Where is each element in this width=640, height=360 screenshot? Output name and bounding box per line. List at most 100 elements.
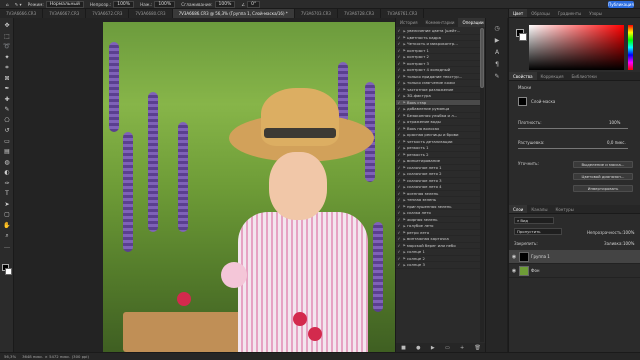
action-label: сказочное лето 1 (407, 164, 442, 170)
gradient-icon[interactable]: ▤ (3, 148, 11, 155)
tab-history[interactable]: История (396, 18, 422, 27)
tab-layers[interactable]: Слои (509, 205, 528, 213)
pen-icon[interactable]: ✑ (3, 180, 11, 187)
lupine-flower (178, 122, 188, 232)
brush-settings-icon[interactable]: ✎ (493, 72, 501, 80)
document-image[interactable] (103, 22, 395, 352)
action-label: сказочное лето 3 (407, 177, 442, 183)
shape-icon[interactable]: ▢ (3, 211, 11, 218)
density-value[interactable]: 100% (609, 120, 620, 125)
tab-properties[interactable]: Свойства (509, 72, 537, 80)
more-icon[interactable]: … (3, 243, 11, 250)
action-label: сказка лето (407, 210, 431, 216)
background-color-swatch[interactable] (5, 268, 12, 275)
mode-select[interactable]: Нормальный (45, 0, 84, 8)
document-tab[interactable]: 7V3A6728.CR3 (338, 9, 382, 18)
layer-kind-filter[interactable]: ⌕ Вид (514, 217, 554, 224)
quick-select-icon[interactable]: ✦ (3, 54, 11, 61)
dodge-icon[interactable]: ◐ (3, 169, 11, 176)
layer-thumbnail[interactable] (519, 251, 529, 262)
document-tab[interactable]: 7V3A6703.CR3 (295, 9, 338, 18)
layer-row[interactable]: ◉ Группа 1 (509, 250, 640, 264)
document-tab[interactable]: 7V3A6686.CR3 @ 56,3% (Группа 1, Слой-мас… (172, 9, 295, 18)
stamp-icon[interactable]: ⎔ (3, 117, 11, 124)
refine-label: Уточнить: (518, 161, 539, 166)
layer-row[interactable]: ◉ Фон (509, 264, 640, 278)
actions-icon[interactable]: ▶ (493, 36, 501, 44)
invert-button[interactable]: Инвертировать (573, 185, 633, 192)
layer-opacity-value[interactable]: 100% (623, 230, 634, 235)
trash-icon[interactable]: 🗑 (474, 345, 480, 351)
healing-icon[interactable]: ✚ (3, 96, 11, 103)
brush-preset-icon[interactable]: ✎ ▾ (15, 2, 22, 7)
home-icon[interactable]: ⌂ (6, 2, 9, 7)
layer-opacity-label: Непрозрачность: (587, 230, 623, 235)
actions-list: ✓ ▶ увеличение цвета [шейт... ✓ ▶ цветность к… (396, 28, 480, 342)
new-action-icon[interactable]: + (460, 345, 464, 351)
background-color-swatch[interactable] (519, 33, 527, 41)
tab-actions[interactable]: Операции (458, 18, 488, 27)
tab-adjustments[interactable]: Коррекция (537, 72, 568, 80)
feather-slider[interactable] (518, 148, 628, 149)
tab-paths[interactable]: Контуры (551, 205, 577, 213)
feather-value[interactable]: 0,0 пикс. (607, 140, 626, 145)
paragraph-icon[interactable]: ¶ (493, 60, 501, 68)
stop-icon[interactable]: ■ (401, 345, 406, 351)
density-slider[interactable] (518, 128, 628, 129)
tab-channels[interactable]: Каналы (527, 205, 551, 213)
action-label: теплая зелень (407, 197, 437, 203)
document-tab[interactable]: 7V3A6672.CR3 (86, 9, 130, 18)
document-tab[interactable]: 7V3A6680.CR3 (129, 9, 173, 18)
character-icon[interactable]: A (493, 48, 501, 56)
visibility-eye-icon[interactable]: ◉ (509, 268, 519, 274)
action-item[interactable]: ✓ ▶ солнце 3 (396, 262, 480, 269)
lasso-icon[interactable]: ➰ (3, 43, 11, 50)
smoothing-field[interactable]: 100% (214, 0, 236, 8)
fill-value[interactable]: 100% (623, 241, 634, 246)
crop-icon[interactable]: ⌗ (3, 64, 11, 71)
eyedropper-icon[interactable]: ✒ (3, 85, 11, 92)
type-icon[interactable]: T (3, 190, 11, 197)
zoom-readout[interactable]: 56,3% (4, 354, 16, 359)
marquee-icon[interactable]: ⬚ (3, 33, 11, 40)
color-picker-field[interactable] (529, 25, 624, 70)
tab-gradients[interactable]: Градиенты (554, 9, 585, 17)
frame-icon[interactable]: ⊠ (3, 75, 11, 82)
layer-thumbnail[interactable] (519, 265, 529, 276)
action-label: только придание текстур... (407, 73, 463, 79)
tab-color[interactable]: Цвет (509, 9, 528, 17)
eraser-icon[interactable]: ▭ (3, 138, 11, 145)
opacity-field[interactable]: 100% (113, 0, 135, 8)
tab-comments[interactable]: Комментарии (422, 18, 459, 27)
tab-libraries[interactable]: Библиотеки (568, 72, 601, 80)
blur-icon[interactable]: ◍ (3, 159, 11, 166)
move-icon[interactable]: ✥ (3, 22, 11, 29)
path-select-icon[interactable]: ➤ (3, 201, 11, 208)
history-brush-icon[interactable]: ↺ (3, 127, 11, 134)
blend-mode-select[interactable]: Пропустить (514, 228, 562, 235)
flow-field[interactable]: 100% (154, 0, 176, 8)
document-tab[interactable]: 7V3A6761.CR3 (381, 9, 425, 18)
action-label: красная ресницы и брови (407, 132, 459, 138)
actions-scrollbar[interactable] (480, 28, 484, 342)
brush-icon[interactable]: ✎ (3, 106, 11, 113)
document-tab[interactable]: 7V3A6666.CR3 (0, 9, 44, 18)
lupine-flower (123, 132, 133, 252)
document-tab[interactable]: 7V3A6667.CR3 (43, 9, 87, 18)
record-icon[interactable]: ● (416, 345, 420, 351)
play-icon[interactable]: ▶ (431, 345, 435, 351)
new-set-icon[interactable]: ▭ (445, 345, 450, 351)
hue-slider[interactable] (628, 25, 633, 70)
share-button[interactable]: Публикация (608, 1, 634, 8)
hand-icon[interactable]: ✋ (3, 222, 11, 229)
zoom-icon[interactable]: ⌕ (3, 232, 11, 239)
select-and-mask-button[interactable]: Выделение и маска... (573, 161, 633, 168)
visibility-eye-icon[interactable]: ◉ (509, 254, 519, 260)
history-icon[interactable]: ◷ (493, 24, 501, 32)
layer-mask-thumbnail[interactable] (518, 97, 527, 106)
angle-field[interactable]: 0° (247, 0, 261, 8)
tab-patterns[interactable]: Узоры (585, 9, 606, 17)
tab-swatches[interactable]: Образцы (527, 9, 554, 17)
color-range-button[interactable]: Цветовой диапазон... (573, 173, 633, 180)
action-label: солнце 2 (407, 255, 425, 261)
